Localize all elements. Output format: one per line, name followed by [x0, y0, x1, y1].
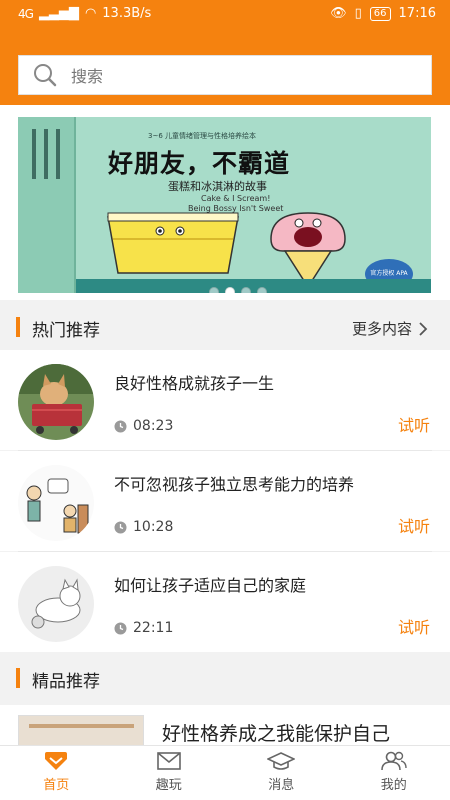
featured-item-thumbnail: [18, 715, 144, 745]
preview-button[interactable]: 试听: [398, 614, 430, 638]
carousel-dot[interactable]: [209, 287, 219, 293]
tab-label: 消息: [268, 778, 295, 793]
book-spine: [18, 117, 76, 293]
item-duration: 10:28: [114, 519, 173, 535]
item-thumbnail-cat-sketch: [18, 566, 94, 642]
eye-icon: 👁: [330, 6, 347, 21]
battery-icon: 66: [369, 6, 391, 21]
list-item[interactable]: 如何让孩子适应自己的家庭 22:11 试听: [0, 552, 450, 652]
item-thumbnail-cat-cart: [18, 364, 94, 440]
carousel-indicators: [209, 287, 267, 293]
banner-subtitle: 3~6 儿童情绪管理与性格培养绘本: [148, 132, 256, 140]
tab-fun[interactable]: 趣玩: [113, 746, 226, 800]
signal-icon: 4G: [18, 6, 34, 21]
clock-icon: [114, 521, 127, 533]
hot-section-header: 热门推荐 更多内容: [0, 304, 450, 350]
tab-mine[interactable]: 我的: [338, 746, 450, 800]
banner-section: 3~6 儿童情绪管理与性格培养绘本 好朋友，不霸道 蛋糕和冰淇淋的故事 Cake…: [0, 105, 450, 300]
item-title: 如何让孩子适应自己的家庭: [114, 576, 307, 595]
duration-text: 10:28: [133, 519, 174, 535]
duration-text: 22:11: [133, 620, 174, 636]
home-icon: [45, 752, 68, 770]
tab-label: 趣玩: [155, 778, 182, 793]
banner-carousel[interactable]: 3~6 儿童情绪管理与性格培养绘本 好朋友，不霸道 蛋糕和冰淇淋的故事 Cake…: [18, 117, 431, 293]
signal-bars-icon: ▂▃▅▇: [38, 6, 79, 21]
duration-text: 08:23: [133, 418, 174, 434]
vibrate-icon: ▯: [354, 6, 362, 21]
search-bar[interactable]: 搜索: [18, 55, 432, 95]
more-content-label: 更多内容: [351, 320, 412, 338]
bottom-tab-bar: 首页 趣玩 消息 我的: [0, 745, 450, 800]
tab-home[interactable]: 首页: [0, 746, 113, 800]
graduation-cap-icon: [267, 752, 296, 770]
hot-section-title: 热门推荐: [32, 321, 100, 341]
cake-illustration: [107, 212, 239, 274]
clock: 17:16: [398, 6, 436, 21]
clock-icon: [114, 420, 127, 432]
banner-title: 好朋友，不霸道: [108, 149, 291, 178]
banner-subtitle-2: 蛋糕和冰淇淋的故事: [168, 180, 267, 193]
item-duration: 08:23: [114, 418, 173, 434]
carousel-dot-active[interactable]: [225, 287, 235, 293]
featured-section-title: 精品推荐: [32, 672, 100, 692]
featured-item[interactable]: 好性格养成之我能保护自己: [0, 705, 450, 745]
search-placeholder: 搜索: [71, 67, 104, 86]
list-item[interactable]: 不可忽视孩子独立思考能力的培养 10:28 试听: [0, 451, 450, 551]
item-title: 良好性格成就孩子一生: [114, 374, 275, 393]
item-duration: 22:11: [114, 620, 173, 636]
section-accent-bar: [16, 668, 20, 688]
featured-item-title: 好性格养成之我能保护自己: [162, 723, 391, 745]
carousel-dot[interactable]: [241, 287, 251, 293]
carousel-dot[interactable]: [257, 287, 267, 293]
more-content-link[interactable]: 更多内容: [352, 318, 428, 339]
status-bar: 4G ▂▃▅▇ ◠ 13.3B/s 👁 ▯ 66 17:16: [0, 0, 450, 28]
banner-english-line-1: Cake & I Scream!: [201, 194, 271, 203]
list-item[interactable]: 良好性格成就孩子一生 08:23 试听: [0, 350, 450, 450]
search-icon: [34, 64, 57, 87]
network-speed: 13.3B/s: [102, 6, 152, 21]
item-title: 不可忽视孩子独立思考能力的培养: [114, 475, 355, 494]
tab-label: 我的: [380, 778, 407, 793]
mail-icon: [156, 752, 181, 770]
preview-button[interactable]: 试听: [398, 513, 430, 537]
featured-section-header: 精品推荐: [0, 655, 450, 705]
ice-cream-illustration: [270, 212, 346, 287]
item-thumbnail-family-sketch: [18, 465, 94, 541]
users-icon: [380, 751, 407, 771]
tab-label: 首页: [43, 778, 70, 793]
section-accent-bar: [16, 317, 20, 337]
tab-messages[interactable]: 消息: [225, 746, 338, 800]
clock-icon: [114, 622, 127, 634]
wifi-icon: ◠: [84, 6, 97, 21]
app-header: 4G ▂▃▅▇ ◠ 13.3B/s 👁 ▯ 66 17:16 搜索: [0, 0, 450, 105]
chevron-right-icon: [419, 321, 428, 336]
preview-button[interactable]: 试听: [398, 412, 430, 436]
